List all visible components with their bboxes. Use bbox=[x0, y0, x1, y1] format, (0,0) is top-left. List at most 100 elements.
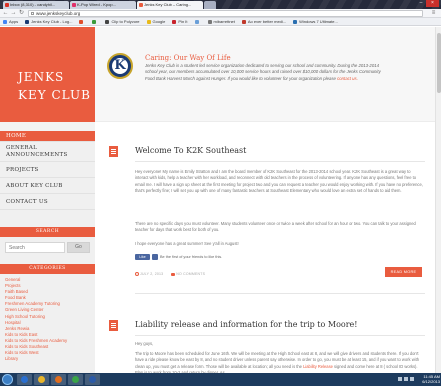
bookmark-item[interactable]: Clip to Polyvore bbox=[102, 18, 143, 25]
post-divider bbox=[135, 161, 425, 162]
bookmark-label: Pin It bbox=[178, 19, 188, 24]
bookmark-favicon-icon bbox=[194, 19, 199, 24]
contact-us-link[interactable]: contact us. bbox=[337, 76, 358, 81]
read-more-button[interactable]: READ MORE bbox=[385, 267, 422, 277]
sidebar-item-contact-us[interactable]: CONTACT US bbox=[0, 194, 95, 210]
bookmark-favicon-icon bbox=[3, 19, 7, 24]
bookmark-label: mibarrettnet bbox=[213, 19, 235, 24]
sidebar-item-about-key-club[interactable]: ABOUT KEY CLUB bbox=[0, 178, 95, 194]
search-heading: SEARCH bbox=[0, 227, 95, 237]
jenks-favicon-icon bbox=[139, 3, 143, 7]
post-title[interactable]: Welcome To K2K Southeast bbox=[135, 146, 246, 155]
tray-flag-icon[interactable] bbox=[410, 377, 414, 381]
post-bottom-divider bbox=[135, 293, 425, 294]
media-app-icon bbox=[55, 376, 62, 383]
facebook-like-button[interactable]: Like bbox=[135, 254, 150, 260]
bookmark-item[interactable]: Pin It bbox=[169, 18, 191, 25]
bookmark-item[interactable] bbox=[89, 18, 102, 25]
ie-app[interactable] bbox=[17, 374, 32, 385]
url-field[interactable]: www.jenkskeyclub.org bbox=[28, 10, 423, 17]
header-banner: K Caring: Our Way Of Life Jenks Key Club… bbox=[95, 27, 441, 122]
tray-volume-icon[interactable] bbox=[404, 377, 408, 381]
site-logo[interactable]: JENKS KEY CLUB bbox=[0, 27, 95, 122]
browser-tab-gmail[interactable]: Inbox (8,310) - candyhil... bbox=[3, 1, 69, 9]
post-document-icon bbox=[109, 320, 118, 331]
browser-tab-kpop[interactable]: K-Pop Wired - Kpop... bbox=[70, 1, 136, 9]
page-icon bbox=[31, 12, 34, 15]
post-date: JULY 2, 2013 bbox=[140, 272, 164, 276]
bookmark-label: Ao ever better medi... bbox=[247, 19, 287, 24]
bookmark-favicon-icon bbox=[25, 19, 30, 24]
browser-tab-jenks[interactable]: Jenks Key Club – Caring... bbox=[137, 1, 203, 9]
bookmark-favicon-icon bbox=[172, 19, 177, 24]
ie-app-icon bbox=[21, 376, 28, 383]
reload-icon[interactable]: ↻ bbox=[18, 10, 25, 17]
sidebar-item-home[interactable]: HOME bbox=[0, 131, 95, 142]
post-paragraph-1: The trip to Moore has been scheduled for… bbox=[135, 351, 423, 373]
sidebar-item-label: GENERAL ANNOUNCEMENTS bbox=[6, 144, 68, 158]
bookmark-item[interactable]: Ao ever better medi... bbox=[239, 18, 290, 25]
sidebar-item-general-announcements[interactable]: GENERAL ANNOUNCEMENTS bbox=[0, 142, 95, 162]
like-prompt: Be the first of your friends to like thi… bbox=[160, 255, 223, 259]
bookmark-item[interactable]: Apps bbox=[0, 18, 22, 25]
bookmark-favicon-icon bbox=[146, 19, 151, 24]
facebook-share-icon[interactable] bbox=[152, 254, 158, 260]
clock-icon bbox=[135, 272, 139, 276]
minimize-icon[interactable]: – bbox=[417, 0, 425, 7]
categories-heading: CATEGORIES bbox=[0, 264, 95, 274]
forward-arrow-icon[interactable]: → bbox=[10, 10, 17, 17]
sidebar-item-projects[interactable]: PROJECTS bbox=[0, 162, 95, 178]
bookmark-item[interactable]: Google bbox=[144, 18, 170, 25]
logo-line-1: JENKS bbox=[18, 70, 65, 84]
key-club-seal-icon: K bbox=[107, 53, 133, 79]
bookmark-item[interactable]: Windows 7 Ultimate... bbox=[290, 18, 342, 25]
start-button-icon[interactable] bbox=[2, 374, 13, 385]
search-input[interactable] bbox=[5, 242, 65, 253]
post-paragraph-1: Hey everyone! My name is Emily Stratton … bbox=[135, 169, 423, 194]
explorer-app[interactable] bbox=[34, 374, 49, 385]
post-title[interactable]: Liability release and information for th… bbox=[135, 320, 357, 329]
taskbar-clock[interactable]: 11:45 AM 6/12/2013 bbox=[418, 374, 440, 384]
url-text: www.jenkskeyclub.org bbox=[36, 11, 81, 16]
web-page: JENKS KEY CLUB HOME GENERAL ANNOUNCEMENTS… bbox=[0, 27, 441, 373]
bookmark-label: Jenks Key Club - Log... bbox=[31, 19, 73, 24]
liability-release-link[interactable]: Liability Release bbox=[303, 364, 333, 369]
gmail-favicon-icon bbox=[5, 3, 9, 7]
sidebar-item-label: HOME bbox=[6, 133, 27, 139]
post-meta: JULY 2, 2013 NO COMMENTS bbox=[135, 272, 205, 276]
browser-tab-new[interactable] bbox=[204, 1, 216, 9]
post-greeting: Hey guys, bbox=[135, 341, 154, 346]
search-form: Go bbox=[5, 242, 90, 255]
bookmark-favicon-icon bbox=[207, 19, 212, 24]
bookmark-label: Google bbox=[152, 19, 166, 24]
bookmarks-bar: Apps Jenks Key Club - Log... Clip to Polyv… bbox=[0, 18, 441, 26]
media-app[interactable] bbox=[51, 374, 66, 385]
page-scrollbar[interactable] bbox=[435, 27, 441, 373]
browser-menu-icon[interactable]: ≡ bbox=[430, 10, 437, 17]
word-app[interactable] bbox=[85, 374, 100, 385]
explorer-app-icon bbox=[38, 376, 45, 383]
taskbar-date: 6/12/2013 bbox=[422, 379, 440, 384]
sidebar-item-label: PROJECTS bbox=[6, 166, 39, 173]
tray-network-icon[interactable] bbox=[398, 377, 402, 381]
bookmark-item[interactable] bbox=[76, 18, 89, 25]
sidebar-item-label: CONTACT US bbox=[6, 198, 48, 205]
bookmark-item[interactable]: Jenks Key Club - Log... bbox=[22, 18, 76, 25]
post-divider bbox=[135, 335, 425, 336]
bookmark-label: Apps bbox=[9, 19, 19, 24]
chrome-app[interactable] bbox=[68, 374, 83, 385]
bookmark-favicon-icon bbox=[92, 19, 97, 24]
bookmark-item[interactable]: mibarrettnet bbox=[205, 18, 239, 25]
bookmark-label: Clip to Polyvore bbox=[111, 19, 140, 24]
back-arrow-icon[interactable]: ← bbox=[2, 10, 9, 17]
category-link[interactable]: Library bbox=[5, 356, 93, 362]
scrollbar-thumb[interactable] bbox=[437, 33, 441, 93]
post-comments-link[interactable]: NO COMMENTS bbox=[176, 272, 205, 276]
address-bar: ← → ↻ www.jenkskeyclub.org ≡ bbox=[0, 9, 441, 18]
close-window-icon[interactable]: × bbox=[426, 0, 439, 7]
bookmark-item[interactable] bbox=[192, 18, 205, 25]
tab-label: Jenks Key Club – Caring... bbox=[144, 2, 192, 7]
search-go-button[interactable]: Go bbox=[67, 242, 90, 253]
sidebar-divider bbox=[0, 122, 95, 131]
post-paragraph-2: There are no specific days you must volu… bbox=[135, 221, 416, 233]
